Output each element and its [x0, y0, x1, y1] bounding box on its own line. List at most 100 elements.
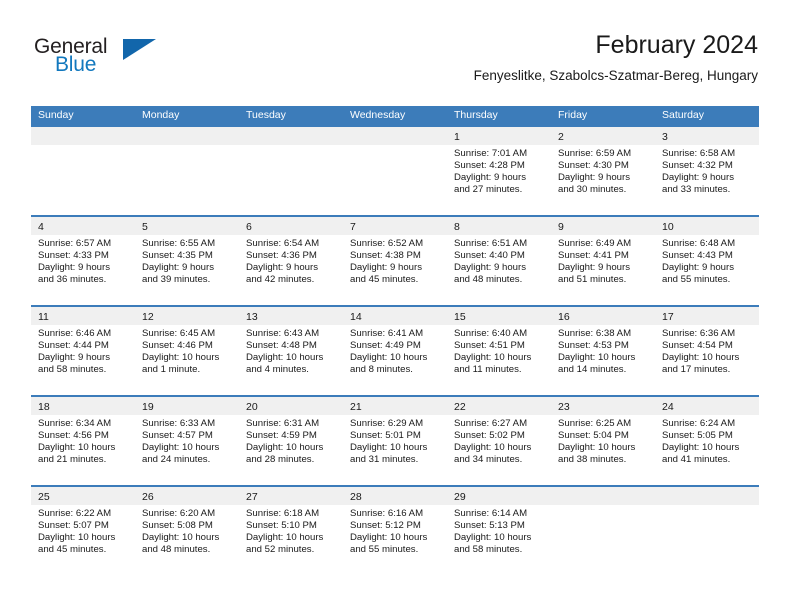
day-number-band — [135, 127, 239, 145]
day-cell[interactable] — [343, 127, 447, 215]
day-number-band: 17 — [655, 307, 759, 325]
day-cell[interactable]: 13 Sunrise: 6:43 AM Sunset: 4:48 PM Dayl… — [239, 307, 343, 395]
daylight-text-line2: and 45 minutes. — [38, 543, 107, 555]
page-header: General Blue February 2024 Fenyeslitke, … — [34, 30, 758, 92]
day-number: 25 — [38, 491, 50, 503]
day-details: Sunrise: 6:18 AM Sunset: 5:10 PM Dayligh… — [239, 505, 343, 556]
day-cell[interactable]: 6 Sunrise: 6:54 AM Sunset: 4:36 PM Dayli… — [239, 217, 343, 305]
day-number: 11 — [38, 311, 49, 323]
daylight-text-line2: and 28 minutes. — [246, 453, 315, 465]
day-cell[interactable]: 25 Sunrise: 6:22 AM Sunset: 5:07 PM Dayl… — [31, 487, 135, 575]
sunset-text: Sunset: 5:04 PM — [558, 429, 629, 441]
sunset-text: Sunset: 5:07 PM — [38, 519, 109, 531]
weekday-header-monday: Monday — [142, 109, 180, 121]
day-cell[interactable]: 1 Sunrise: 7:01 AM Sunset: 4:28 PM Dayli… — [447, 127, 551, 215]
day-cell[interactable]: 3 Sunrise: 6:58 AM Sunset: 4:32 PM Dayli… — [655, 127, 759, 215]
daylight-text-line1: Daylight: 9 hours — [350, 261, 422, 273]
day-cell[interactable]: 19 Sunrise: 6:33 AM Sunset: 4:57 PM Dayl… — [135, 397, 239, 485]
daylight-text-line1: Daylight: 10 hours — [142, 351, 220, 363]
day-number-band: 26 — [135, 487, 239, 505]
daylight-text-line1: Daylight: 10 hours — [142, 441, 220, 453]
day-cell[interactable]: 15 Sunrise: 6:40 AM Sunset: 4:51 PM Dayl… — [447, 307, 551, 395]
day-cell[interactable]: 5 Sunrise: 6:55 AM Sunset: 4:35 PM Dayli… — [135, 217, 239, 305]
sunset-text: Sunset: 4:43 PM — [662, 249, 733, 261]
daylight-text-line2: and 55 minutes. — [350, 543, 419, 555]
day-details: Sunrise: 7:01 AM Sunset: 4:28 PM Dayligh… — [447, 145, 551, 196]
day-cell[interactable]: 14 Sunrise: 6:41 AM Sunset: 4:49 PM Dayl… — [343, 307, 447, 395]
day-number: 18 — [38, 401, 50, 413]
day-cell[interactable]: 12 Sunrise: 6:45 AM Sunset: 4:46 PM Dayl… — [135, 307, 239, 395]
day-details — [655, 505, 759, 508]
day-cell[interactable] — [31, 127, 135, 215]
daylight-text-line2: and 14 minutes. — [558, 363, 627, 375]
daylight-text-line2: and 52 minutes. — [246, 543, 315, 555]
day-details: Sunrise: 6:33 AM Sunset: 4:57 PM Dayligh… — [135, 415, 239, 466]
daylight-text-line2: and 17 minutes. — [662, 363, 731, 375]
page-title: February 2024 — [595, 31, 758, 59]
daylight-text-line1: Daylight: 10 hours — [38, 531, 116, 543]
day-cell[interactable] — [135, 127, 239, 215]
day-cell[interactable]: 11 Sunrise: 6:46 AM Sunset: 4:44 PM Dayl… — [31, 307, 135, 395]
sunset-text: Sunset: 5:08 PM — [142, 519, 213, 531]
day-cell[interactable]: 24 Sunrise: 6:24 AM Sunset: 5:05 PM Dayl… — [655, 397, 759, 485]
day-cell[interactable]: 17 Sunrise: 6:36 AM Sunset: 4:54 PM Dayl… — [655, 307, 759, 395]
daylight-text-line1: Daylight: 10 hours — [246, 351, 324, 363]
day-number: 3 — [662, 131, 668, 143]
sunrise-text: Sunrise: 6:14 AM — [454, 508, 528, 519]
week-row: 18 Sunrise: 6:34 AM Sunset: 4:56 PM Dayl… — [31, 395, 759, 485]
day-number: 5 — [142, 221, 148, 233]
day-details — [239, 145, 343, 148]
sunrise-text: Sunrise: 6:31 AM — [246, 418, 320, 429]
day-number-band: 14 — [343, 307, 447, 325]
sunset-text: Sunset: 4:33 PM — [38, 249, 109, 261]
day-cell[interactable]: 27 Sunrise: 6:18 AM Sunset: 5:10 PM Dayl… — [239, 487, 343, 575]
day-cell[interactable]: 23 Sunrise: 6:25 AM Sunset: 5:04 PM Dayl… — [551, 397, 655, 485]
day-number: 9 — [558, 221, 564, 233]
day-cell[interactable]: 26 Sunrise: 6:20 AM Sunset: 5:08 PM Dayl… — [135, 487, 239, 575]
logo-text-blue: Blue — [55, 53, 97, 76]
daylight-text-line1: Daylight: 10 hours — [246, 531, 324, 543]
day-cell[interactable]: 21 Sunrise: 6:29 AM Sunset: 5:01 PM Dayl… — [343, 397, 447, 485]
sunset-text: Sunset: 5:05 PM — [662, 429, 733, 441]
day-cell[interactable]: 2 Sunrise: 6:59 AM Sunset: 4:30 PM Dayli… — [551, 127, 655, 215]
generalblue-logo[interactable]: General Blue — [34, 36, 214, 82]
day-number: 8 — [454, 221, 460, 233]
day-cell[interactable] — [551, 487, 655, 575]
day-cell[interactable]: 8 Sunrise: 6:51 AM Sunset: 4:40 PM Dayli… — [447, 217, 551, 305]
sunset-text: Sunset: 4:59 PM — [246, 429, 317, 441]
day-cell[interactable]: 20 Sunrise: 6:31 AM Sunset: 4:59 PM Dayl… — [239, 397, 343, 485]
sunset-text: Sunset: 4:53 PM — [558, 339, 629, 351]
sunrise-text: Sunrise: 6:54 AM — [246, 238, 320, 249]
sunrise-text: Sunrise: 6:29 AM — [350, 418, 424, 429]
day-cell[interactable]: 16 Sunrise: 6:38 AM Sunset: 4:53 PM Dayl… — [551, 307, 655, 395]
day-number-band: 13 — [239, 307, 343, 325]
day-cell[interactable]: 10 Sunrise: 6:48 AM Sunset: 4:43 PM Dayl… — [655, 217, 759, 305]
day-cell[interactable] — [655, 487, 759, 575]
day-number-band: 1 — [447, 127, 551, 145]
daylight-text-line2: and 41 minutes. — [662, 453, 731, 465]
day-number: 22 — [454, 401, 466, 413]
daylight-text-line1: Daylight: 9 hours — [38, 351, 110, 363]
daylight-text-line2: and 21 minutes. — [38, 453, 107, 465]
day-cell[interactable]: 29 Sunrise: 6:14 AM Sunset: 5:13 PM Dayl… — [447, 487, 551, 575]
day-cell[interactable]: 7 Sunrise: 6:52 AM Sunset: 4:38 PM Dayli… — [343, 217, 447, 305]
day-cell[interactable]: 9 Sunrise: 6:49 AM Sunset: 4:41 PM Dayli… — [551, 217, 655, 305]
day-cell[interactable] — [239, 127, 343, 215]
sunset-text: Sunset: 4:48 PM — [246, 339, 317, 351]
day-cell[interactable]: 28 Sunrise: 6:16 AM Sunset: 5:12 PM Dayl… — [343, 487, 447, 575]
day-number-band: 27 — [239, 487, 343, 505]
daylight-text-line1: Daylight: 9 hours — [454, 171, 526, 183]
weekday-header-sunday: Sunday — [38, 109, 74, 121]
day-cell[interactable]: 18 Sunrise: 6:34 AM Sunset: 4:56 PM Dayl… — [31, 397, 135, 485]
day-number-band — [551, 487, 655, 505]
day-cell[interactable]: 22 Sunrise: 6:27 AM Sunset: 5:02 PM Dayl… — [447, 397, 551, 485]
sunrise-text: Sunrise: 6:27 AM — [454, 418, 528, 429]
day-number: 19 — [142, 401, 154, 413]
page-subtitle: Fenyeslitke, Szabolcs-Szatmar-Bereg, Hun… — [473, 68, 758, 83]
sunset-text: Sunset: 4:40 PM — [454, 249, 525, 261]
daylight-text-line2: and 36 minutes. — [38, 273, 107, 285]
day-number: 28 — [350, 491, 362, 503]
day-cell[interactable]: 4 Sunrise: 6:57 AM Sunset: 4:33 PM Dayli… — [31, 217, 135, 305]
day-number: 2 — [558, 131, 564, 143]
weekday-header-thursday: Thursday — [454, 109, 498, 121]
